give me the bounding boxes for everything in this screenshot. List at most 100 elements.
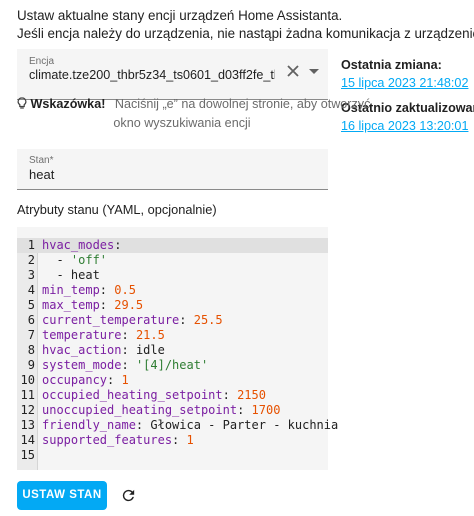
yaml-key: current_temperature	[42, 313, 180, 327]
entity-field-value[interactable]: climate.tze200_thbr5z34_ts0601_d03ff2fe_…	[29, 68, 275, 82]
code-line[interactable]: 7 temperature: 21.5	[17, 328, 328, 343]
yaml-value: 1	[186, 433, 194, 447]
yaml-key: temperature	[42, 328, 122, 342]
code-line[interactable]: 12 unoccupied_heating_setpoint: 1700	[17, 403, 328, 418]
last-changed-link[interactable]: 15 lipca 2023 21:48:02	[341, 76, 474, 90]
line-number: 7	[27, 328, 35, 342]
line-number: 12	[20, 403, 35, 417]
yaml-key: occupancy	[42, 373, 108, 387]
line-number: 8	[27, 343, 35, 357]
code-text: hvac_modes:	[42, 238, 121, 253]
yaml-value: 'off'	[70, 253, 108, 267]
yaml-separator: :	[179, 313, 194, 327]
set-state-button[interactable]: USTAW STAN	[17, 481, 107, 510]
line-number: 15	[20, 448, 35, 462]
state-input[interactable]: Stan* heat	[17, 149, 328, 190]
intro-line-2: Jeśli encja należy do urządzenia, nie na…	[17, 26, 474, 41]
yaml-separator: :	[99, 283, 115, 297]
yaml-separator: :	[121, 343, 136, 357]
line-number: 5	[27, 298, 35, 312]
yaml-value: 2150	[237, 388, 266, 402]
yaml-separator: -	[42, 268, 71, 282]
code-text: supported_features: 1	[42, 433, 194, 448]
line-number: 4	[27, 283, 35, 297]
last-changed-label: Ostatnia zmiana:	[341, 58, 442, 72]
code-text: unoccupied_heating_setpoint: 1700	[42, 403, 280, 418]
yaml-value: Głowica - Parter - kuchnia	[150, 418, 339, 432]
yaml-value: idle	[135, 343, 165, 357]
code-line[interactable]: 8 hvac_action: idle	[17, 343, 328, 358]
code-text: - heat	[42, 268, 99, 283]
code-text: friendly_name: Głowica - Parter - kuchni…	[42, 418, 338, 433]
last-updated-link[interactable]: 16 lipca 2023 13:20:01	[341, 119, 474, 133]
code-line[interactable]: 6 current_temperature: 25.5	[17, 313, 328, 328]
code-text: hvac_action: idle	[42, 343, 165, 358]
line-number: 9	[27, 358, 35, 372]
code-line[interactable]: 10 occupancy: 1	[17, 373, 328, 388]
code-text: occupancy: 1	[42, 373, 129, 388]
code-line[interactable]: 15	[17, 448, 328, 463]
lightbulb-icon	[17, 97, 27, 109]
line-number: 13	[20, 418, 35, 432]
code-text: temperature: 21.5	[42, 328, 165, 343]
tip-block: Wskazówka! Naciśnij „e” na dowolnej stro…	[17, 95, 370, 133]
code-line[interactable]: 5 max_temp: 29.5	[17, 298, 328, 313]
yaml-separator: -	[42, 253, 71, 267]
line-number: 2	[27, 253, 35, 267]
close-icon[interactable]	[285, 63, 301, 79]
code-line[interactable]: 3 - heat	[17, 268, 328, 283]
code-line[interactable]: 1 hvac_modes:	[17, 238, 328, 253]
code-line[interactable]: 13 friendly_name: Głowica - Parter - kuch…	[17, 418, 339, 433]
refresh-icon[interactable]	[120, 487, 137, 504]
code-text: max_temp: 29.5	[42, 298, 143, 313]
yaml-separator: :	[172, 433, 187, 447]
line-number: 11	[20, 388, 35, 402]
code-text: system_mode: '[4]/heat'	[42, 358, 208, 373]
tip-title: Wskazówka!	[30, 97, 106, 111]
entity-field-label: Encja	[29, 56, 55, 67]
yaml-separator: :	[107, 373, 122, 387]
yaml-key: occupied_heating_setpoint	[42, 388, 223, 402]
state-field-label: Stan*	[29, 155, 54, 166]
yaml-value: 1700	[251, 403, 281, 417]
yaml-separator: :	[114, 238, 122, 252]
yaml-value: 25.5	[193, 313, 223, 327]
yaml-value: 21.5	[135, 328, 165, 342]
yaml-separator: :	[237, 403, 252, 417]
yaml-editor[interactable]: 1 hvac_modes: 2 - 'off' 3 - heat 4 min_temp: …	[17, 227, 339, 470]
line-number: 3	[27, 268, 35, 282]
menu-down-icon[interactable]	[308, 67, 320, 77]
line-number: 1	[27, 238, 35, 252]
code-line[interactable]: 4 min_temp: 0.5	[17, 283, 328, 298]
yaml-separator: :	[99, 298, 115, 312]
yaml-key: max_temp	[42, 298, 100, 312]
attributes-label: Atrybuty stanu (YAML, opcjonalnie)	[17, 202, 217, 217]
tip-text-1: Naciśnij „e” na dowolnej stronie, aby ot…	[114, 97, 371, 111]
yaml-value: 1	[121, 373, 129, 387]
yaml-separator: :	[121, 328, 136, 342]
code-line[interactable]: 9 system_mode: '[4]/heat'	[17, 358, 328, 373]
yaml-key: friendly_name	[42, 418, 136, 432]
intro-line-1: Ustaw aktualne stany encji urządzeń Home…	[17, 8, 343, 23]
code-line[interactable]: 14 supported_features: 1	[17, 433, 328, 448]
code-line[interactable]: 11 occupied_heating_setpoint: 2150	[17, 388, 328, 403]
line-number: 10	[20, 373, 35, 387]
yaml-key: hvac_modes	[42, 238, 115, 252]
yaml-separator: :	[222, 388, 238, 402]
yaml-value: 29.5	[114, 298, 144, 312]
code-text: occupied_heating_setpoint: 2150	[42, 388, 266, 403]
yaml-value: '[4]/heat'	[135, 358, 209, 372]
yaml-key: min_temp	[42, 283, 100, 297]
code-line[interactable]: 2 - 'off'	[17, 253, 328, 268]
yaml-separator: :	[135, 418, 151, 432]
yaml-key: supported_features	[42, 433, 173, 447]
entity-picker[interactable]: Encja climate.tze200_thbr5z34_ts0601_d03…	[17, 49, 328, 100]
yaml-key: unoccupied_heating_setpoint	[42, 403, 238, 417]
line-number: 6	[27, 313, 35, 327]
state-field-value[interactable]: heat	[29, 167, 54, 182]
code-text: min_temp: 0.5	[42, 283, 136, 298]
line-number: 14	[20, 433, 35, 447]
tip-text-2: okno wyszukiwania encji	[113, 116, 251, 130]
intro-text: Ustaw aktualne stany encji urządzeń Home…	[17, 7, 474, 43]
yaml-separator: :	[121, 358, 136, 372]
